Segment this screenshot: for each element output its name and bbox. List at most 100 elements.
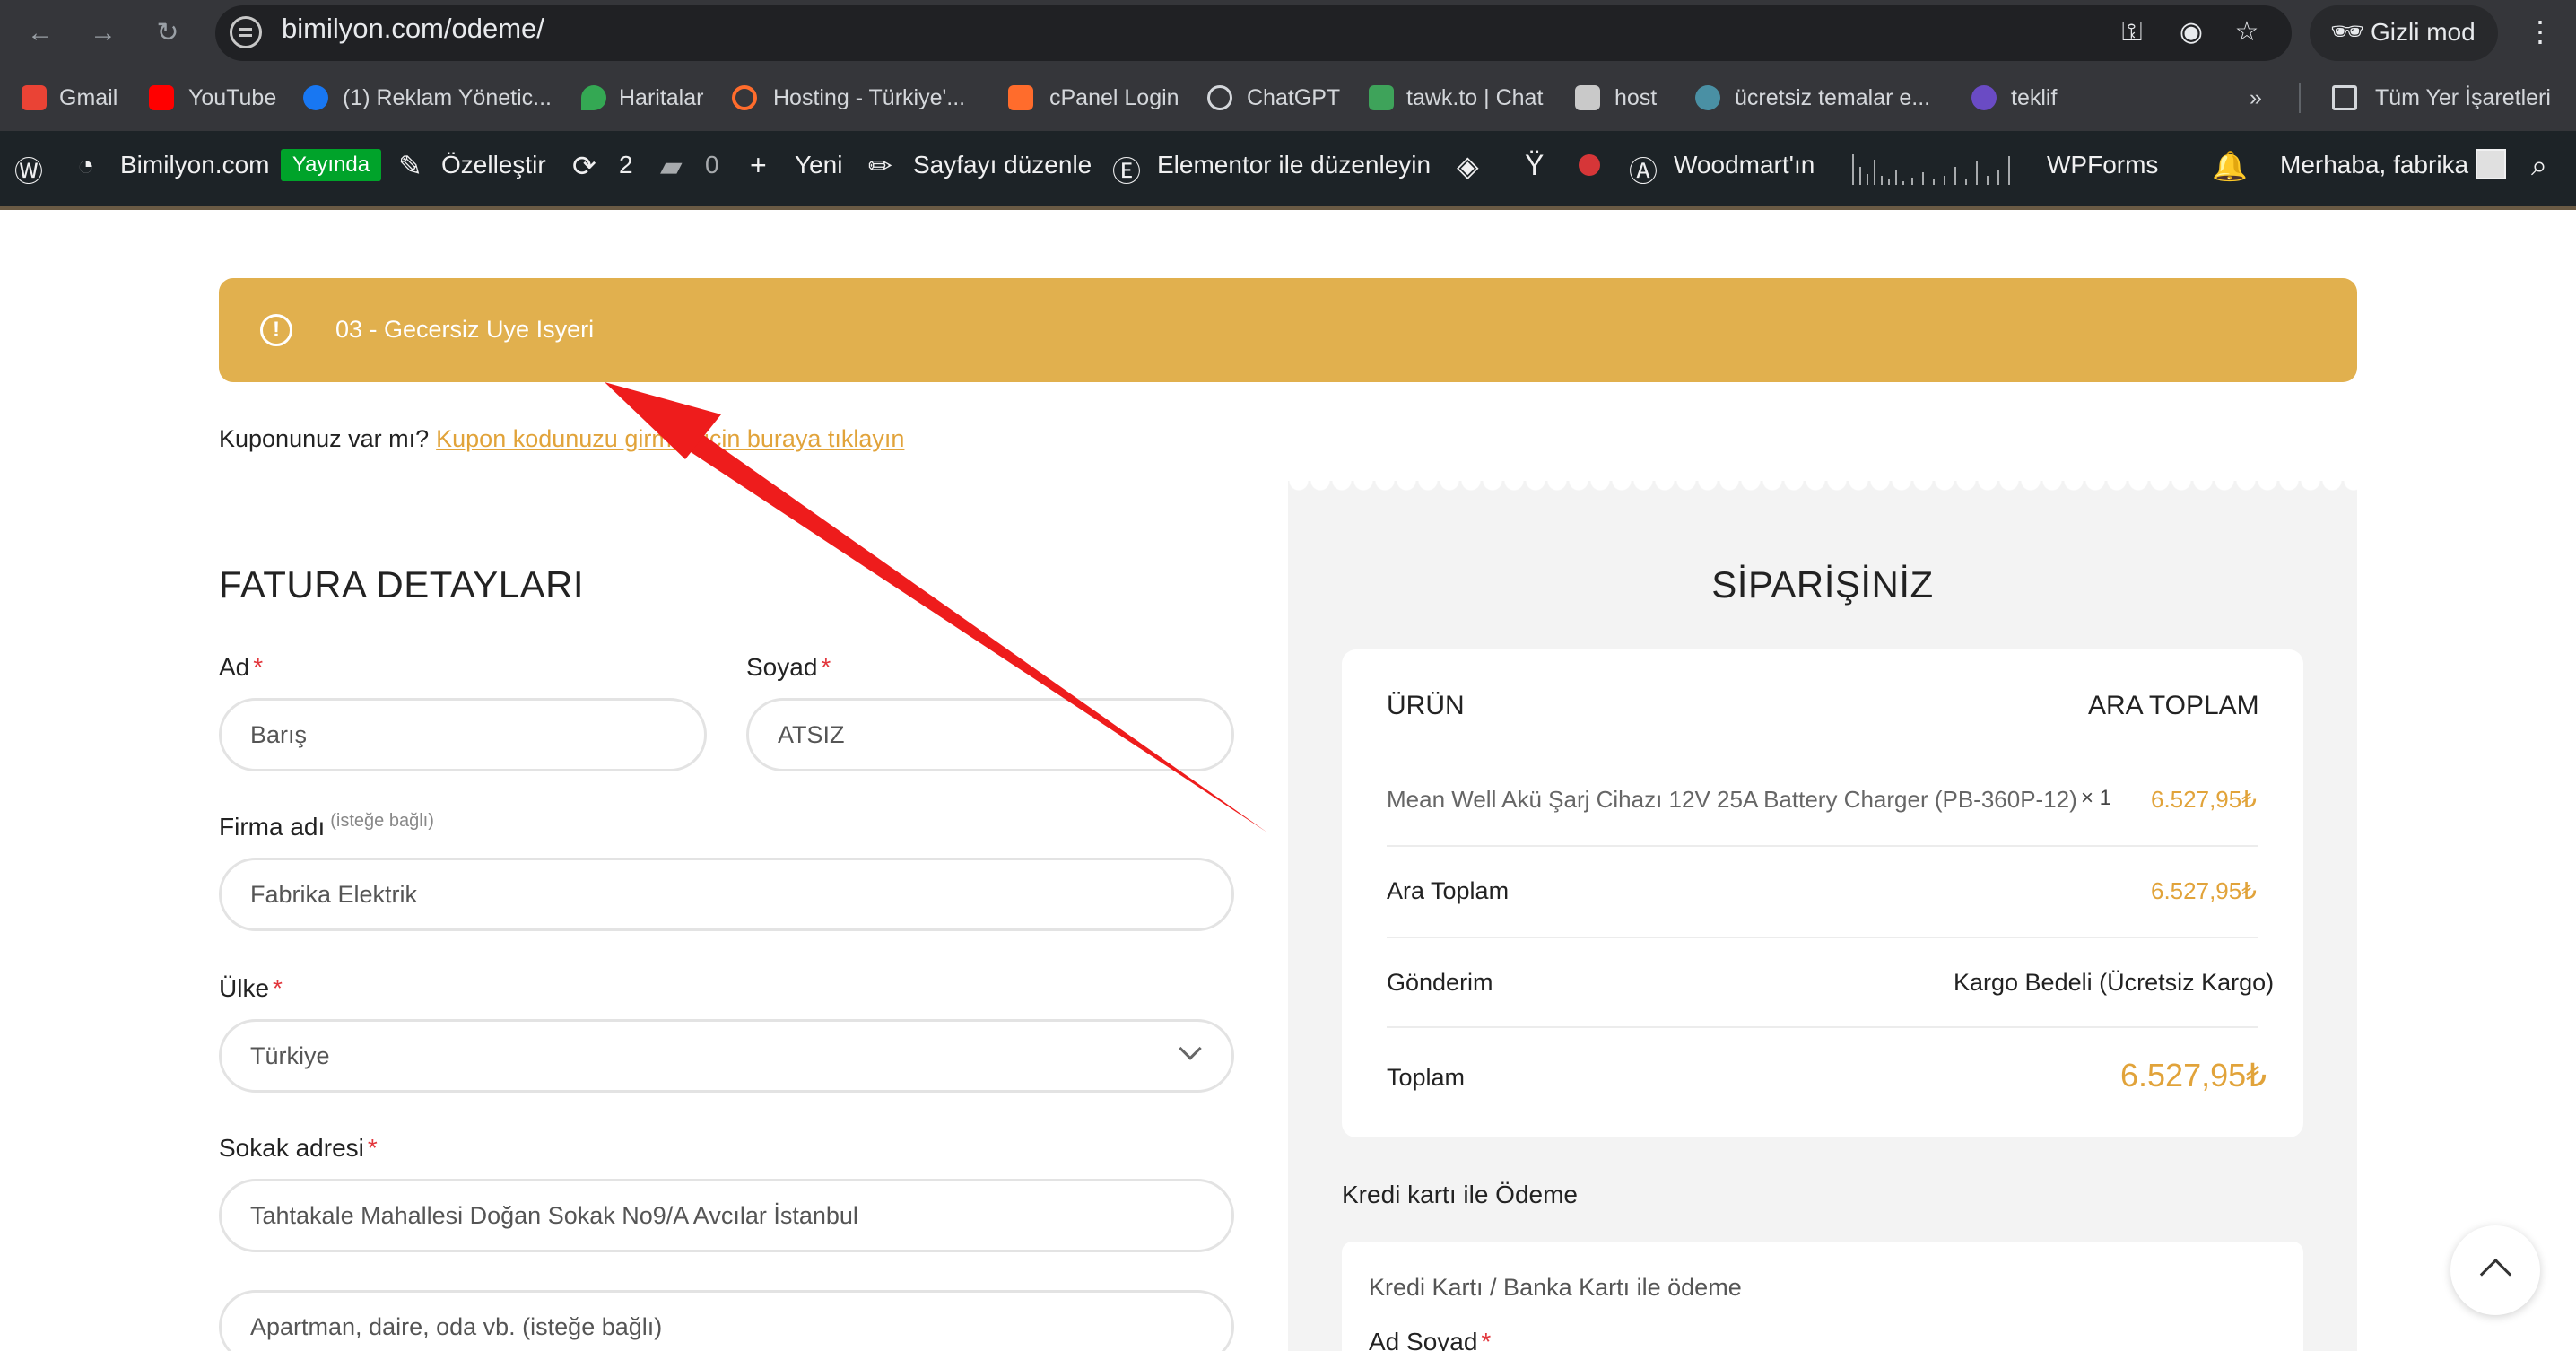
gmail-icon <box>22 85 47 110</box>
panel-scallop-edge <box>1288 481 2357 493</box>
payment-method-title[interactable]: Kredi kartı ile Ödeme <box>1342 1181 1578 1209</box>
bookmark-ads-manager[interactable]: (1) Reklam Yönetic... <box>343 85 552 111</box>
admin-edit-page[interactable]: Sayfayı düzenle <box>913 151 1092 179</box>
folder-icon <box>2332 85 2357 110</box>
search-icon[interactable]: ⌕ <box>2531 149 2547 183</box>
billing-title: FATURA DETAYLARI <box>219 563 585 606</box>
wordpress-logo-icon[interactable]: Ⓦ <box>14 149 43 190</box>
host-icon <box>1575 85 1600 110</box>
product-price: 6.527,95₺ <box>2151 786 2257 813</box>
eye-off-icon[interactable]: ◉ <box>2173 14 2209 50</box>
all-bookmarks[interactable]: Tüm Yer İşaretleri <box>2375 85 2551 111</box>
shipping-label: Gönderim <box>1387 969 1493 996</box>
bookmark-cpanel[interactable]: cPanel Login <box>1049 85 1179 111</box>
subtotal-value: 6.527,95₺ <box>2151 877 2257 904</box>
browser-menu-icon[interactable]: ⋮ <box>2526 14 2554 48</box>
first-name-label: Ad * <box>219 653 264 681</box>
coupon-prompt: Kuponunuz var mı? Kupon kodunuzu girmek i… <box>219 425 904 453</box>
scroll-to-top-button[interactable] <box>2450 1225 2540 1315</box>
forward-icon[interactable]: → <box>86 16 120 50</box>
shipping-value: Kargo Bedeli (Ücretsiz Kargo) <box>1954 969 2275 996</box>
tawk-icon <box>1369 85 1394 110</box>
company-field[interactable]: Fabrika Elektrik <box>219 858 1234 931</box>
avatar[interactable] <box>2476 149 2506 179</box>
hosting-icon <box>732 85 757 110</box>
youtube-icon <box>149 85 174 110</box>
bookmark-host[interactable]: host <box>1614 85 1657 111</box>
pencil-icon: ✏ <box>868 150 892 182</box>
alert-icon: ! <box>260 314 292 346</box>
total-label: Toplam <box>1387 1064 1466 1091</box>
card-name-label: Ad Soyad * <box>1369 1328 1492 1351</box>
row-divider <box>1387 845 2258 847</box>
street2-field[interactable]: Apartman, daire, oda vb. (isteğe bağlı) <box>219 1290 1234 1351</box>
admin-woodmart[interactable]: Woodmart'ın <box>1674 151 1815 179</box>
bookmark-teklif[interactable]: teklif <box>2011 85 2057 111</box>
maps-icon <box>581 85 606 110</box>
reload-icon[interactable]: ↻ <box>151 16 185 50</box>
country-label: Ülke * <box>219 974 283 1002</box>
cpanel-icon <box>1008 85 1033 110</box>
bookmark-chatgpt[interactable]: ChatGPT <box>1247 85 1340 111</box>
bookmark-gmail[interactable]: Gmail <box>59 85 117 111</box>
error-notice-text: 03 - Gecersiz Uye Isyeri <box>335 316 595 343</box>
col-subtotal-header: ARA TOPLAM <box>2088 691 2259 720</box>
back-icon[interactable]: ← <box>23 16 57 50</box>
bookmark-hosting[interactable]: Hosting - Türkiye'... <box>773 85 965 111</box>
bell-icon[interactable]: 🔔 <box>2212 149 2248 183</box>
stats-sparkline-icon[interactable] <box>1849 149 2020 185</box>
subtotal-label: Ara Toplam <box>1387 877 1510 904</box>
coupon-question: Kuponunuz var mı? <box>219 425 430 452</box>
brush-icon: ✎ <box>398 150 422 182</box>
incognito-icon: 🕶 <box>2330 17 2365 47</box>
admin-customize[interactable]: Özelleştir <box>441 151 546 179</box>
bookmarks-separator <box>2299 83 2301 113</box>
bookmark-free-themes[interactable]: ücretsiz temalar e... <box>1735 85 1930 111</box>
product-qty: × 1 <box>2081 786 2112 810</box>
comments-icon: ▰ <box>660 150 683 182</box>
row-divider <box>1387 937 2258 938</box>
live-badge: Yayında <box>281 149 381 181</box>
admin-elementor[interactable]: Elementor ile düzenleyin <box>1157 151 1431 179</box>
coupon-link[interactable]: Kupon kodunuzu girmek için buraya tıklay… <box>436 425 904 452</box>
elementor-icon: Ⓔ <box>1112 155 1142 187</box>
row-divider <box>1387 1026 2258 1028</box>
diamond-icon[interactable]: ◈ <box>1457 149 1479 183</box>
bookmark-tawk[interactable]: tawk.to | Chat <box>1406 85 1543 111</box>
bookmark-maps[interactable]: Haritalar <box>619 85 703 111</box>
street-label: Sokak adresi * <box>219 1134 378 1162</box>
updates-icon: ⟳ <box>572 150 596 182</box>
admin-site-name[interactable]: Bimilyon.com <box>120 151 269 179</box>
admin-greeting[interactable]: Merhaba, fabrika <box>2280 151 2468 179</box>
bookmark-youtube[interactable]: YouTube <box>188 85 276 111</box>
order-title: SİPARİŞİNİZ <box>1711 563 1934 606</box>
plus-icon: + <box>750 149 767 181</box>
password-key-icon[interactable]: ⚿ <box>2114 14 2150 50</box>
meta-icon <box>303 85 328 110</box>
wordpress-themes-icon <box>1695 85 1720 110</box>
admin-updates-count[interactable]: 2 <box>619 151 633 179</box>
payment-subtitle: Kredi Kartı / Banka Kartı ile ödeme <box>1369 1274 1742 1301</box>
col-product-header: ÜRÜN <box>1387 691 1465 720</box>
last-name-label: Soyad * <box>746 653 831 681</box>
site-settings-icon[interactable] <box>230 16 262 48</box>
hero-image-strip <box>0 206 2576 210</box>
incognito-label: Gizli mod <box>2371 18 2476 46</box>
admin-wpforms[interactable]: WPForms <box>2047 151 2158 179</box>
total-value: 6.527,95₺ <box>2120 1057 2267 1094</box>
country-select[interactable]: Türkiye <box>219 1019 1234 1093</box>
first-name-field[interactable]: Barış <box>219 698 707 771</box>
last-name-field[interactable]: ATSIZ <box>746 698 1234 771</box>
yoast-icon[interactable]: Ÿ <box>1525 149 1544 182</box>
url-text[interactable]: bimilyon.com/odeme/ <box>282 13 544 45</box>
company-label: Firma adı (isteğe bağlı) <box>219 811 434 841</box>
product-name: Mean Well Akü Şarj Cihazı 12V 25A Batter… <box>1387 786 2077 813</box>
teklif-icon <box>1971 85 1997 110</box>
record-dot-icon <box>1579 154 1600 176</box>
bookmarks-overflow-icon[interactable]: » <box>2250 85 2262 111</box>
chatgpt-icon <box>1207 85 1232 110</box>
admin-new[interactable]: Yeni <box>795 151 842 179</box>
bookmark-star-icon[interactable]: ☆ <box>2229 14 2265 50</box>
admin-comments-count[interactable]: 0 <box>705 151 719 179</box>
street-field[interactable]: Tahtakale Mahallesi Doğan Sokak No9/A Av… <box>219 1179 1234 1252</box>
